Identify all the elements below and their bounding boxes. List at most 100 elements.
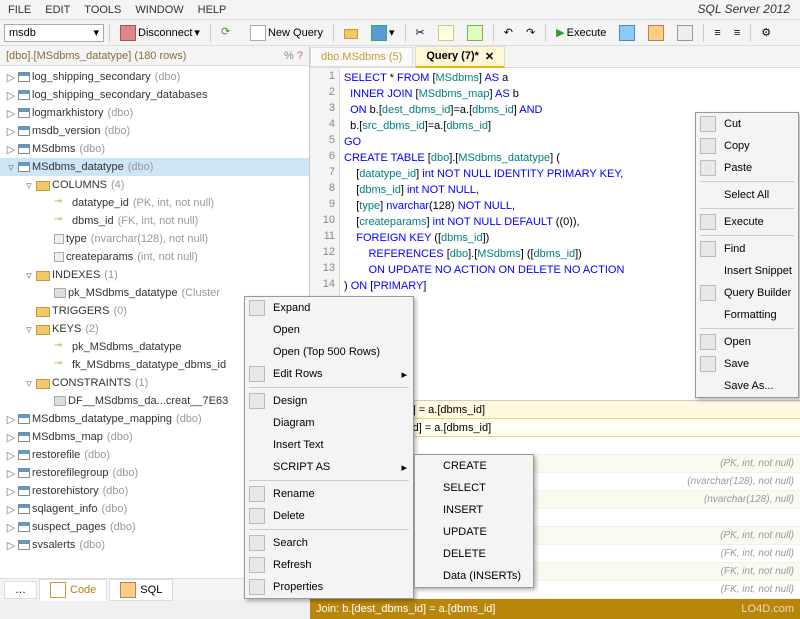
expand-toggle[interactable]: ▷ <box>4 521 18 534</box>
menu-item[interactable]: Search <box>245 532 413 554</box>
tool-icon-1[interactable] <box>614 23 640 43</box>
database-selector[interactable]: msdb ▾ <box>4 24 104 42</box>
menu-item[interactable]: Copy <box>696 135 798 157</box>
undo-button[interactable]: ↶ <box>499 23 518 43</box>
expand-toggle[interactable]: ▷ <box>4 125 18 138</box>
menu-item[interactable]: Open <box>696 331 798 353</box>
menu-file[interactable]: FILE <box>8 4 31 16</box>
tab-code[interactable]: Code <box>39 579 107 601</box>
menu-item[interactable]: SCRIPT AS▸ <box>245 456 413 478</box>
tree-node[interactable]: ▷log_shipping_secondary(dbo) <box>0 68 309 86</box>
menu-item[interactable]: Insert Snippet <box>696 260 798 282</box>
menu-item[interactable]: Save <box>696 353 798 375</box>
expand-toggle[interactable]: ▷ <box>4 467 18 480</box>
tree-hint: (FK, int, not null) <box>118 215 199 227</box>
menu-item[interactable]: INSERT <box>415 499 533 521</box>
expand-toggle[interactable]: ▷ <box>4 71 18 84</box>
scriptas-submenu[interactable]: CREATESELECTINSERTUPDATEDELETEData (INSE… <box>414 454 534 588</box>
settings-button[interactable]: ⚙ <box>756 23 776 43</box>
tree-node[interactable]: ⊸dbms_id(FK, int, not null) <box>0 212 309 230</box>
expand-toggle[interactable]: ▷ <box>4 431 18 444</box>
menu-item[interactable]: Select All <box>696 184 798 206</box>
open-button[interactable] <box>339 23 363 43</box>
expand-toggle[interactable]: ▷ <box>4 485 18 498</box>
menu-item[interactable]: Expand <box>245 297 413 319</box>
expand-toggle[interactable]: ▷ <box>4 107 18 120</box>
expand-toggle[interactable]: ▿ <box>4 161 18 174</box>
menu-item[interactable]: Data (INSERTs) <box>415 565 533 587</box>
menu-item[interactable]: CREATE <box>415 455 533 477</box>
tree-hint: (dbo) <box>112 467 138 479</box>
menu-item[interactable]: Open <box>245 319 413 341</box>
tree-node[interactable]: ▷log_shipping_secondary_databases <box>0 86 309 104</box>
expand-toggle[interactable]: ▷ <box>4 503 18 516</box>
expand-toggle[interactable]: ▿ <box>22 377 36 390</box>
tree-node[interactable]: createparams(int, not null) <box>0 248 309 266</box>
tab-ellipsis[interactable]: … <box>4 581 37 599</box>
tree-node[interactable]: ⊸datatype_id(PK, int, not null) <box>0 194 309 212</box>
expand-toggle[interactable]: ▿ <box>22 269 36 282</box>
tree-node[interactable]: ▷msdb_version(dbo) <box>0 122 309 140</box>
sidebar-help[interactable]: ? <box>297 50 303 62</box>
menu-item[interactable]: Find <box>696 238 798 260</box>
expand-toggle[interactable]: ▷ <box>4 413 18 426</box>
paste-button[interactable] <box>462 23 488 43</box>
menu-tools[interactable]: TOOLS <box>84 4 121 16</box>
menu-edit[interactable]: EDIT <box>45 4 70 16</box>
menu-item[interactable]: Execute <box>696 211 798 233</box>
menu-item[interactable]: Formatting <box>696 304 798 326</box>
expand-toggle[interactable]: ▷ <box>4 143 18 156</box>
editor-tab-msdbms[interactable]: dbo.MSdbms (5) <box>310 47 413 67</box>
menu-item[interactable]: Diagram <box>245 412 413 434</box>
menu-item[interactable]: Save As... <box>696 375 798 397</box>
expand-toggle[interactable]: ▿ <box>22 179 36 192</box>
menu-item[interactable]: Properties <box>245 576 413 598</box>
editor-context-menu[interactable]: CutCopyPaste Select All Execute FindInsert … <box>695 112 799 398</box>
expand-toggle[interactable]: ▷ <box>4 89 18 102</box>
tree-node[interactable]: ▷MSdbms(dbo) <box>0 140 309 158</box>
chevron-down-icon: ▾ <box>93 26 99 39</box>
expand-toggle[interactable]: ▿ <box>22 323 36 336</box>
new-query-button[interactable]: New Query <box>245 23 328 43</box>
copy-button[interactable] <box>433 23 459 43</box>
cut-button[interactable]: ✂ <box>411 23 430 43</box>
tab-sql[interactable]: SQL <box>109 579 173 601</box>
close-icon[interactable]: ✕ <box>485 50 494 63</box>
editor-tab-query[interactable]: Query (7)* ✕ <box>415 46 505 68</box>
indent-right-button[interactable]: ≡ <box>729 23 745 43</box>
table-context-menu[interactable]: ExpandOpenOpen (Top 500 Rows)Edit Rows▸ D… <box>244 296 414 599</box>
menu-help[interactable]: HELP <box>198 4 227 16</box>
expand-toggle[interactable]: ▷ <box>4 539 18 552</box>
menu-item[interactable]: Design <box>245 390 413 412</box>
menu-item[interactable]: DELETE <box>415 543 533 565</box>
disconnect-button[interactable]: Disconnect ▾ <box>115 23 205 43</box>
menu-item[interactable]: Query Builder <box>696 282 798 304</box>
menu-item[interactable]: Open (Top 500 Rows) <box>245 341 413 363</box>
redo-button[interactable]: ↷ <box>521 23 540 43</box>
tree-node[interactable]: ▷logmarkhistory(dbo) <box>0 104 309 122</box>
expand-toggle[interactable]: ▷ <box>4 449 18 462</box>
tree-node[interactable]: ▿COLUMNS(4) <box>0 176 309 194</box>
tool-icon-2[interactable] <box>643 23 669 43</box>
tree-node[interactable]: ▿INDEXES(1) <box>0 266 309 284</box>
menu-item[interactable]: UPDATE <box>415 521 533 543</box>
menu-item[interactable]: Refresh <box>245 554 413 576</box>
rename-icon <box>249 486 265 502</box>
menu-item[interactable]: Insert Text <box>245 434 413 456</box>
execute-button[interactable]: ▶ Execute <box>551 23 611 43</box>
tool-icon-3[interactable] <box>672 23 698 43</box>
save-button[interactable]: ▾ <box>366 23 400 43</box>
sidebar-pct[interactable]: % <box>284 50 294 62</box>
menubar: FILE EDIT TOOLS WINDOW HELP SQL Server 2… <box>0 0 800 20</box>
tree-node[interactable]: ▿MSdbms_datatype(dbo) <box>0 158 309 176</box>
indent-left-button[interactable]: ≡ <box>709 23 725 43</box>
menu-item[interactable]: Delete <box>245 505 413 527</box>
menu-item[interactable]: Edit Rows▸ <box>245 363 413 385</box>
menu-item[interactable]: Paste <box>696 157 798 179</box>
refresh-button[interactable]: ⟳ <box>216 23 242 43</box>
menu-item[interactable]: Cut <box>696 113 798 135</box>
menu-window[interactable]: WINDOW <box>135 4 183 16</box>
menu-item[interactable]: SELECT <box>415 477 533 499</box>
menu-item[interactable]: Rename <box>245 483 413 505</box>
tree-node[interactable]: type(nvarchar(128), not null) <box>0 230 309 248</box>
